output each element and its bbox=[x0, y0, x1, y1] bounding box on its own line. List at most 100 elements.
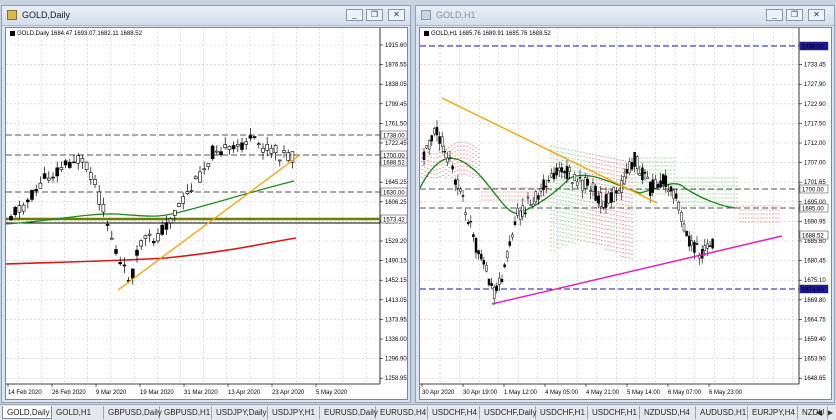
ichimoku-cloud-dot bbox=[616, 218, 618, 220]
ichimoku-cloud-dot bbox=[556, 158, 558, 160]
ichimoku-cloud-dot bbox=[535, 187, 537, 189]
ichimoku-cloud-dot bbox=[430, 161, 432, 163]
candle-body bbox=[503, 264, 506, 268]
tab-eurjpy-h4[interactable]: EURJPY,H4 bbox=[748, 406, 798, 419]
ichimoku-cloud-dot bbox=[556, 218, 558, 220]
ichimoku-cloud-dot bbox=[565, 156, 567, 158]
candle-body bbox=[604, 194, 608, 208]
ichimoku-cloud-dot bbox=[625, 192, 627, 194]
tab-nzdusd-h4[interactable]: NZDUSD,H4 bbox=[640, 406, 696, 419]
ichimoku-cloud-dot bbox=[700, 193, 702, 195]
tab-usdchf-h1[interactable]: USDCHF,H1 bbox=[536, 406, 588, 419]
candle-body bbox=[599, 192, 603, 207]
ichimoku-cloud-dot bbox=[562, 180, 564, 182]
gold-h1-window[interactable]: GOLD,H1 _ ❐ ✕ GOLD,H1 1685.76 1689.91 16… bbox=[415, 5, 835, 403]
chart-canvas[interactable]: 1915.60 1876.55 1838.05 1799.45 1761.50 1722.… bbox=[6, 28, 408, 400]
close-button[interactable]: ✕ bbox=[388, 9, 405, 21]
tab-nzdu[interactable]: NZDU bbox=[798, 406, 828, 419]
ichimoku-cloud-dot bbox=[583, 240, 585, 242]
price-tick-label: 1876.55 bbox=[385, 63, 407, 69]
candle-body bbox=[641, 167, 644, 181]
ichimoku-cloud-dot bbox=[775, 217, 777, 219]
tab-gbpusd-daily[interactable]: GBPUSD,Daily bbox=[104, 406, 162, 419]
ichimoku-cloud-dot bbox=[643, 157, 645, 159]
ichimoku-cloud-dot bbox=[562, 148, 564, 150]
ichimoku-cloud-dot bbox=[421, 164, 423, 166]
ichimoku-cloud-dot bbox=[475, 163, 477, 165]
ichimoku-cloud-dot bbox=[550, 225, 552, 227]
tab-gold-h1[interactable]: GOLD,H1 bbox=[52, 406, 104, 419]
ichimoku-cloud-dot bbox=[772, 221, 774, 223]
ichimoku-cloud-dot bbox=[553, 222, 555, 224]
ichimoku-cloud-dot bbox=[625, 216, 627, 218]
ichimoku-cloud-dot bbox=[559, 227, 561, 229]
ichimoku-cloud-dot bbox=[577, 155, 579, 157]
tab-usdchf-h4[interactable]: USDCHF,H4 bbox=[428, 406, 480, 419]
ichimoku-cloud-dot bbox=[616, 158, 618, 160]
tab-gold-daily[interactable]: GOLD,Daily bbox=[2, 406, 52, 419]
ichimoku-cloud-dot bbox=[586, 156, 588, 158]
candle-body bbox=[630, 162, 634, 170]
ichimoku-cloud-dot bbox=[571, 173, 573, 175]
candle-body bbox=[152, 240, 156, 244]
candle-body bbox=[51, 176, 55, 179]
ichimoku-cloud-dot bbox=[697, 177, 699, 179]
ichimoku-cloud-dot bbox=[424, 166, 426, 168]
restore-button[interactable]: ❐ bbox=[786, 9, 803, 21]
tab-usdjpy-daily[interactable]: USDJPY,Daily bbox=[212, 406, 268, 419]
ichimoku-cloud-dot bbox=[598, 239, 600, 241]
ichimoku-cloud-dot bbox=[589, 225, 591, 227]
ichimoku-cloud-dot bbox=[574, 190, 576, 192]
ichimoku-cloud-dot bbox=[556, 182, 558, 184]
tab-eurusd-h4[interactable]: EURUSD,H4 bbox=[376, 406, 428, 419]
ichimoku-cloud-dot bbox=[775, 209, 777, 211]
candle-body bbox=[537, 195, 540, 200]
ichimoku-cloud-dot bbox=[736, 185, 738, 187]
tab-usdchf-daily[interactable]: USDCHF,Daily bbox=[480, 406, 536, 419]
ichimoku-cloud-dot bbox=[568, 217, 570, 219]
ichimoku-cloud-dot bbox=[670, 169, 672, 171]
gold-h1-titlebar[interactable]: GOLD,H1 _ ❐ ✕ bbox=[416, 6, 834, 26]
ichimoku-cloud-dot bbox=[553, 150, 555, 152]
gold-daily-chart[interactable]: GOLD,Daily 1684.47 1693.07 1682.11 1688.… bbox=[5, 27, 408, 400]
time-tick-label: 19 Mar 2020 bbox=[140, 390, 174, 396]
ichimoku-cloud-dot bbox=[589, 161, 591, 163]
ichimoku-cloud-dot bbox=[580, 223, 582, 225]
time-tick-label: 1 May 12:00 bbox=[504, 390, 538, 396]
ichimoku-cloud-dot bbox=[682, 193, 684, 195]
candle-body bbox=[656, 184, 660, 188]
gold-daily-window[interactable]: GOLD,Daily _ ❐ ✕ GOLD,Daily 1684.47 1693… bbox=[1, 5, 411, 403]
chart-canvas[interactable]: 1738.00 1733.45 1727.90 1722.90 1717.50 1712.… bbox=[420, 28, 832, 400]
gold-daily-titlebar[interactable]: GOLD,Daily _ ❐ ✕ bbox=[2, 6, 410, 26]
ichimoku-cloud-dot bbox=[562, 236, 564, 238]
tab-usdjpy-h1[interactable]: USDJPY,H1 bbox=[268, 406, 320, 419]
candle-body bbox=[469, 220, 473, 223]
ichimoku-cloud-dot bbox=[715, 185, 717, 187]
ichimoku-cloud-dot bbox=[673, 161, 675, 163]
ichimoku-cloud-dot bbox=[484, 195, 486, 197]
ichimoku-cloud-dot bbox=[583, 228, 585, 230]
price-tick-label: 1373.95 bbox=[385, 317, 407, 323]
ichimoku-cloud-dot bbox=[613, 162, 615, 164]
ichimoku-cloud-dot bbox=[574, 170, 576, 172]
minimize-button[interactable]: _ bbox=[346, 9, 363, 21]
minimize-button[interactable]: _ bbox=[766, 9, 783, 21]
ichimoku-cloud-dot bbox=[598, 211, 600, 213]
ichimoku-cloud-dot bbox=[595, 242, 597, 244]
chart-window-icon bbox=[7, 10, 17, 20]
ichimoku-cloud-dot bbox=[625, 252, 627, 254]
close-button[interactable]: ✕ bbox=[808, 9, 825, 21]
tab-gbpusd-h1[interactable]: GBPUSD,H1 bbox=[160, 406, 212, 419]
tab-eurusd-daily[interactable]: EURUSD,Daily bbox=[320, 406, 378, 419]
ichimoku-cloud-dot bbox=[643, 161, 645, 163]
ichimoku-cloud-dot bbox=[727, 197, 729, 199]
ichimoku-cloud-dot bbox=[559, 211, 561, 213]
ichimoku-cloud-dot bbox=[427, 160, 429, 162]
restore-button[interactable]: ❐ bbox=[366, 9, 383, 21]
price-level-label: 1688.52 bbox=[802, 234, 824, 240]
gold-h1-chart[interactable]: GOLD,H1 1685.76 1689.91 1685.76 1688.52 … bbox=[419, 27, 832, 400]
tab-usdchf-h1[interactable]: USDCHF,H1 bbox=[588, 406, 640, 419]
ichimoku-cloud-dot bbox=[571, 209, 573, 211]
ichimoku-cloud-dot bbox=[556, 210, 558, 212]
tab-audusd-h1[interactable]: AUDUSD,H1 bbox=[696, 406, 748, 419]
